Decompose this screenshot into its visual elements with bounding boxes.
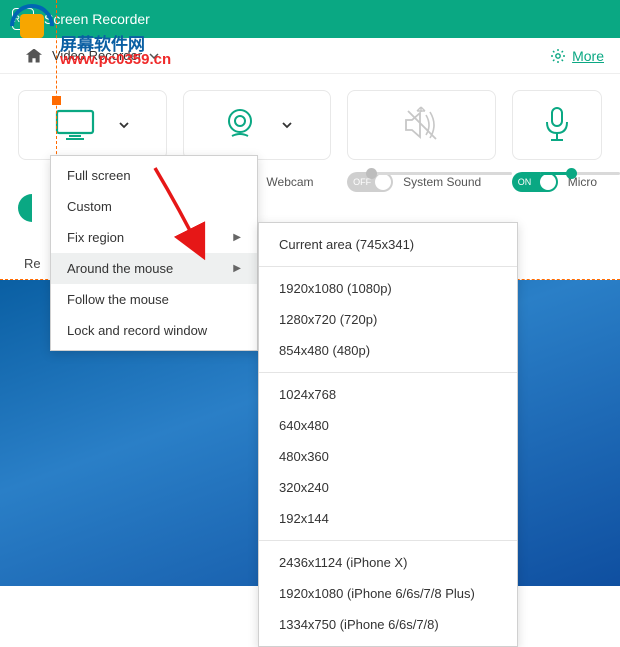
watermark-logo <box>10 4 58 52</box>
annotation-arrow <box>140 160 220 270</box>
webcam-label: Webcam <box>266 175 313 189</box>
webcam-icon <box>221 106 259 144</box>
chevron-right-icon: ▶ <box>233 232 241 243</box>
monitor-icon <box>54 108 96 142</box>
recording-history-label: Re <box>24 256 41 271</box>
size-option[interactable]: 320x240 <box>259 472 517 503</box>
ctx-item-lock-and-record-window[interactable]: Lock and record window <box>51 315 257 346</box>
display-card[interactable] <box>18 90 167 160</box>
speaker-muted-icon <box>400 105 442 145</box>
selection-drag-handle[interactable] <box>52 96 61 105</box>
menu-separator <box>259 540 517 541</box>
menu-separator <box>259 266 517 267</box>
size-option[interactable]: 192x144 <box>259 503 517 534</box>
app-title: Screen Recorder <box>44 11 150 27</box>
system-sound-slider[interactable] <box>366 172 512 175</box>
size-option[interactable]: 1024x768 <box>259 379 517 410</box>
more-link[interactable]: More <box>550 48 604 64</box>
system-sound-label: System Sound <box>403 175 481 189</box>
microphone-slider[interactable] <box>540 172 620 175</box>
size-option[interactable]: 2436x1124 (iPhone X) <box>259 547 517 578</box>
size-option[interactable]: 1280x720 (720p) <box>259 304 517 335</box>
microphone-card[interactable] <box>512 90 602 160</box>
gear-icon <box>550 48 566 64</box>
size-option[interactable]: 1920x1080 (1080p) <box>259 273 517 304</box>
size-option[interactable]: 480x360 <box>259 441 517 472</box>
mode-cards <box>0 74 620 168</box>
size-option[interactable]: 1334x750 (iPhone 6/6s/7/8) <box>259 609 517 640</box>
chevron-down-icon <box>118 119 130 131</box>
chevron-right-icon: ▶ <box>233 263 241 274</box>
microphone-icon <box>542 105 572 145</box>
menu-separator <box>259 372 517 373</box>
region-size-submenu: Current area (745x341)1920x1080 (1080p)1… <box>258 222 518 647</box>
size-option[interactable]: 854x480 (480p) <box>259 335 517 366</box>
watermark-text: 屏幕软件网 www.pc0359.cn <box>60 30 171 68</box>
webcam-card[interactable] <box>183 90 332 160</box>
ctx-item-follow-the-mouse[interactable]: Follow the mouse <box>51 284 257 315</box>
size-option[interactable]: 640x480 <box>259 410 517 441</box>
size-option[interactable]: 1920x1080 (iPhone 6/6s/7/8 Plus) <box>259 578 517 609</box>
system-sound-card[interactable] <box>347 90 496 160</box>
microphone-toggle[interactable]: ON <box>512 172 558 192</box>
size-option[interactable]: Current area (745x341) <box>259 229 517 260</box>
chevron-down-icon <box>281 119 293 131</box>
micro-sub: ON Micro <box>512 172 602 192</box>
